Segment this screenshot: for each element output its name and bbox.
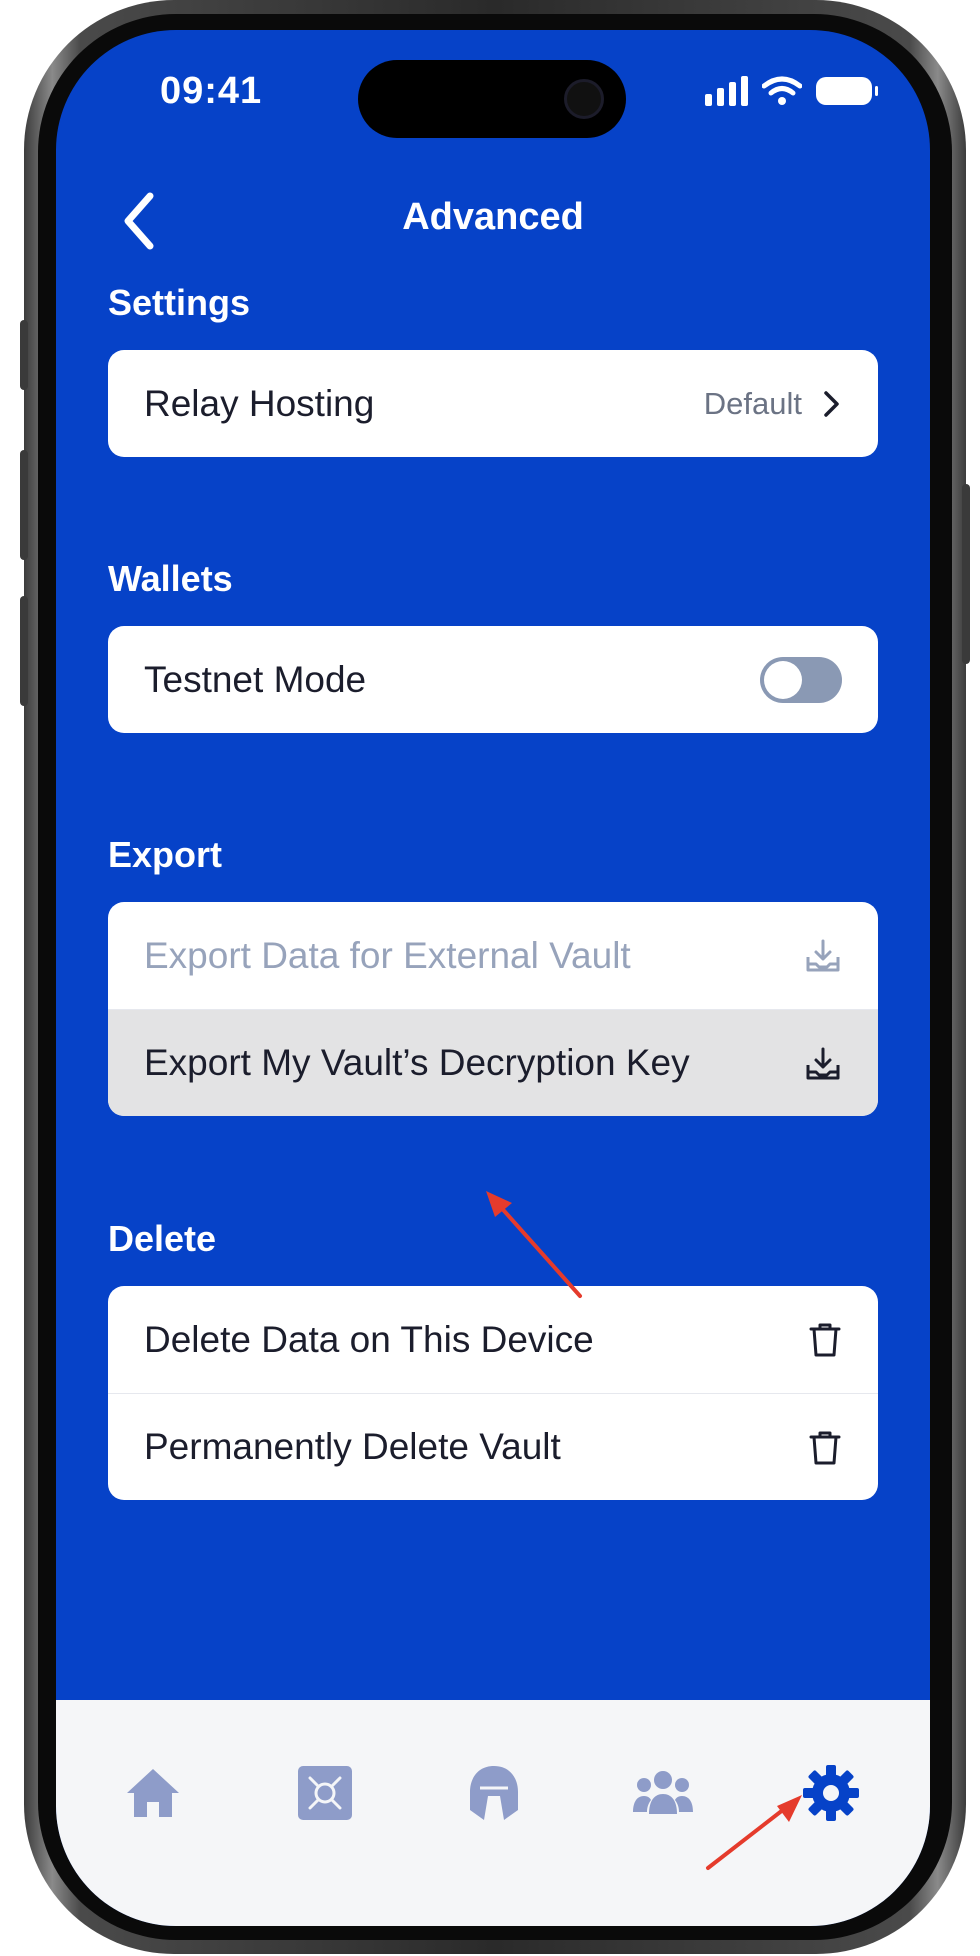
- relay-hosting-label: Relay Hosting: [144, 382, 375, 424]
- tab-guardians[interactable]: [461, 1760, 527, 1826]
- front-camera: [564, 79, 604, 119]
- volume-up-button: [20, 450, 28, 560]
- tab-home[interactable]: [120, 1760, 186, 1826]
- chevron-right-icon: [824, 390, 839, 417]
- section-title-settings: Settings: [108, 282, 251, 323]
- relay-hosting-value: Default: [703, 385, 802, 421]
- settings-card: Relay Hosting Default: [108, 350, 878, 457]
- delete-device-data-label: Delete Data on This Device: [144, 1318, 594, 1360]
- wallets-card: Testnet Mode: [108, 626, 878, 733]
- testnet-mode-row: Testnet Mode: [108, 626, 878, 733]
- battery-icon: [816, 77, 878, 105]
- export-card: Export Data for External Vault Export My…: [108, 902, 878, 1116]
- trash-icon: [809, 1431, 841, 1464]
- dynamic-island: [358, 60, 626, 138]
- toggle-knob: [764, 660, 802, 699]
- permanently-delete-vault-label: Permanently Delete Vault: [144, 1426, 561, 1467]
- side-button: [962, 484, 970, 664]
- delete-card: Delete Data on This Device Permanently D…: [108, 1286, 878, 1500]
- tab-vault[interactable]: [292, 1760, 358, 1826]
- wifi-icon: [762, 76, 802, 105]
- testnet-mode-label: Testnet Mode: [144, 658, 367, 700]
- download-icon: [806, 1047, 840, 1079]
- relay-hosting-row[interactable]: Relay Hosting Default: [108, 350, 878, 457]
- export-decryption-key-label: Export My Vault’s Decryption Key: [144, 1042, 690, 1083]
- action-button: [20, 320, 28, 390]
- testnet-mode-toggle[interactable]: [760, 656, 842, 703]
- section-title-delete: Delete: [108, 1218, 217, 1259]
- helmet-icon: [470, 1766, 518, 1820]
- export-external-vault-label: Export Data for External Vault: [144, 934, 631, 976]
- tab-settings[interactable]: [798, 1760, 864, 1826]
- gear-icon: [803, 1765, 859, 1821]
- section-title-export: Export: [108, 834, 223, 875]
- export-external-vault-row[interactable]: Export Data for External Vault: [108, 902, 878, 1009]
- status-time: 09:41: [160, 70, 263, 112]
- home-icon: [127, 1769, 179, 1817]
- app-screen: 09:41 Advanced Settings Relay Hosting De…: [56, 30, 930, 1926]
- tab-bar: [56, 1700, 930, 1926]
- section-title-wallets: Wallets: [108, 558, 233, 599]
- vault-icon: [298, 1766, 352, 1820]
- permanently-delete-vault-row[interactable]: Permanently Delete Vault: [108, 1393, 878, 1500]
- page-title: Advanced: [402, 196, 584, 238]
- export-decryption-key-row[interactable]: Export My Vault’s Decryption Key: [108, 1009, 878, 1116]
- download-icon: [806, 939, 840, 971]
- delete-device-data-row[interactable]: Delete Data on This Device: [108, 1286, 878, 1393]
- people-icon: [633, 1771, 693, 1814]
- volume-down-button: [20, 596, 28, 706]
- trash-icon: [809, 1323, 841, 1356]
- tab-people[interactable]: [630, 1760, 696, 1826]
- status-icons: [705, 76, 878, 106]
- cellular-signal-icon: [705, 76, 748, 106]
